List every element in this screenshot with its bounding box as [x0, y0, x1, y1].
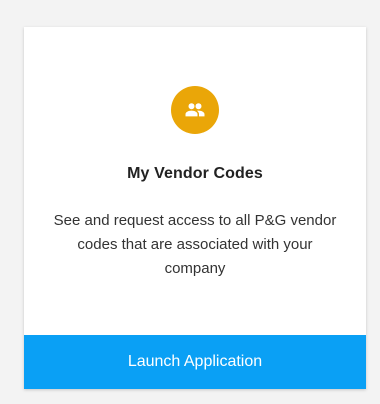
launch-application-button[interactable]: Launch Application [24, 335, 366, 389]
people-group-icon [171, 86, 219, 134]
card-title: My Vendor Codes [127, 165, 263, 182]
people-group-icon-glyph [185, 103, 205, 117]
card-description: See and request access to all P&G vendor… [53, 212, 337, 277]
vendor-codes-card: My Vendor Codes See and request access t… [24, 27, 366, 389]
